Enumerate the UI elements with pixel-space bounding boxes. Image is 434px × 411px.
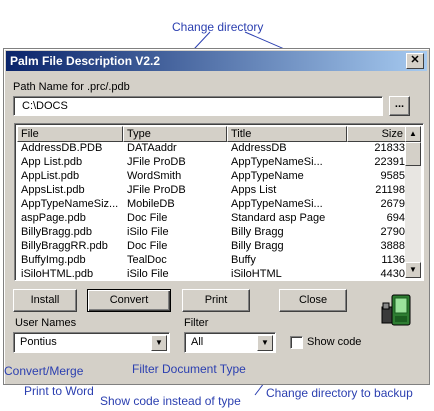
table-row[interactable]: AppsList.pdb JFile ProDB Apps List 21198 (17, 184, 407, 198)
show-code-checkbox[interactable] (290, 336, 303, 349)
cell-type: iSilo File (127, 268, 169, 280)
cell-type: Doc File (127, 212, 168, 224)
palm-device-icon[interactable] (380, 293, 414, 329)
vertical-scrollbar[interactable]: ▲ ▼ (405, 126, 421, 278)
window-title: Palm File Description V2.2 (10, 54, 161, 68)
cell-size: 694 (386, 212, 405, 224)
close-icon[interactable]: ✕ (406, 53, 424, 69)
column-header-title[interactable]: Title (227, 126, 347, 142)
cell-type: Doc File (127, 240, 168, 252)
show-code-label[interactable]: Show code (307, 336, 361, 348)
cell-file: iSiloHTML.pdb (21, 268, 94, 280)
close-button[interactable]: Close (279, 289, 347, 312)
cell-file: BillyBraggRR.pdb (21, 240, 108, 252)
table-row[interactable]: BillyBragg.pdb iSilo File Billy Bragg 27… (17, 226, 407, 240)
cell-size: 3888 (380, 240, 405, 252)
user-names-label: User Names (15, 317, 77, 329)
scroll-thumb[interactable] (405, 142, 421, 166)
user-names-select[interactable]: Pontius ▼ (13, 332, 170, 353)
cell-file: AppsList.pdb (21, 184, 85, 196)
cell-type: WordSmith (127, 170, 182, 182)
cell-type: MobileDB (127, 198, 175, 210)
cell-size: 21833 (374, 142, 405, 154)
chevron-down-icon[interactable]: ▼ (257, 335, 273, 351)
table-row[interactable]: AppList.pdb WordSmith AppTypeName 9585 (17, 170, 407, 184)
cell-type: JFile ProDB (127, 156, 186, 168)
cell-size: 2679 (380, 198, 405, 210)
print-button[interactable]: Print (182, 289, 250, 312)
table-row[interactable]: iSiloHTML.pdb iSilo File iSiloHTML 4430 (17, 268, 407, 282)
cell-title: Billy Bragg (231, 226, 284, 238)
column-header-file[interactable]: File (17, 126, 123, 142)
cell-type: JFile ProDB (127, 184, 186, 196)
annotation-change-directory-backup: Change directory to backup (266, 386, 413, 400)
cell-file: BillyBragg.pdb (21, 226, 92, 238)
cell-title: Standard asp Page (231, 212, 326, 224)
cell-size: 2790 (380, 226, 405, 238)
cell-file: AppTypeNameSiz... (21, 198, 119, 210)
cell-size: 4430 (380, 268, 405, 280)
cell-type: iSilo File (127, 226, 169, 238)
cell-type: DATAaddr (127, 142, 177, 154)
cell-file: AddressDB.PDB (21, 142, 103, 154)
annotation-print-to-word: Print to Word (24, 384, 94, 398)
cell-title: AppTypeNameSi... (231, 198, 323, 210)
cell-size: 21198 (375, 184, 405, 196)
path-value: C:\DOCS (22, 100, 68, 112)
table-row[interactable]: BillyBraggRR.pdb Doc File Billy Bragg 38… (17, 240, 407, 254)
scroll-up-icon[interactable]: ▲ (405, 126, 421, 142)
annotation-convert-merge: Convert/Merge (4, 364, 84, 378)
file-rows: AddressDB.PDB DATAaddr AddressDB 21833 A… (17, 142, 407, 282)
annotation-show-code-instead: Show code instead of type (100, 394, 241, 408)
filter-label: Filter (184, 317, 209, 329)
cell-title: AppTypeNameSi... (231, 156, 323, 168)
path-input[interactable]: C:\DOCS (13, 96, 383, 116)
title-bar: Palm File Description V2.2 ✕ (6, 51, 427, 71)
cell-title: iSiloHTML (231, 268, 282, 280)
cell-file: AppList.pdb (21, 170, 80, 182)
column-header-type[interactable]: Type (123, 126, 227, 142)
cell-title: Billy Bragg (231, 240, 284, 252)
table-row[interactable]: BuffyImg.pdb TealDoc Buffy 1136 (17, 254, 407, 268)
filter-select[interactable]: All ▼ (184, 332, 276, 353)
cell-title: Buffy (231, 254, 256, 266)
cell-file: aspPage.pdb (21, 212, 86, 224)
table-row[interactable]: App List.pdb JFile ProDB AppTypeNameSi..… (17, 156, 407, 170)
cell-size: 1136 (381, 254, 405, 266)
column-header-size[interactable]: Size (347, 126, 407, 142)
app-window: Palm File Description V2.2 ✕ Path Name f… (3, 48, 430, 385)
cell-title: AppTypeName (231, 170, 304, 182)
install-button[interactable]: Install (13, 289, 77, 312)
cell-title: Apps List (231, 184, 277, 196)
path-label: Path Name for .prc/.pdb (13, 81, 130, 93)
file-list[interactable]: File Type Title Size AddressDB.PDB DATAa… (14, 123, 424, 281)
annotation-change-directory: Change directory (172, 20, 264, 34)
cell-file: BuffyImg.pdb (21, 254, 86, 266)
cell-title: AddressDB (231, 142, 287, 154)
convert-button[interactable]: Convert (87, 289, 171, 312)
cell-type: TealDoc (127, 254, 167, 266)
browse-button[interactable]: ... (389, 96, 410, 116)
table-row[interactable]: aspPage.pdb Doc File Standard asp Page 6… (17, 212, 407, 226)
table-row[interactable]: AppTypeNameSiz... MobileDB AppTypeNameSi… (17, 198, 407, 212)
user-names-value: Pontius (20, 336, 57, 348)
table-row[interactable]: AddressDB.PDB DATAaddr AddressDB 21833 (17, 142, 407, 156)
filter-value: All (191, 336, 204, 348)
annotation-filter-document-type: Filter Document Type (132, 362, 246, 376)
scroll-down-icon[interactable]: ▼ (405, 262, 421, 278)
cell-size: 22391 (374, 156, 405, 168)
cell-size: 9585 (380, 170, 405, 182)
chevron-down-icon[interactable]: ▼ (151, 335, 167, 351)
cell-file: App List.pdb (21, 156, 83, 168)
